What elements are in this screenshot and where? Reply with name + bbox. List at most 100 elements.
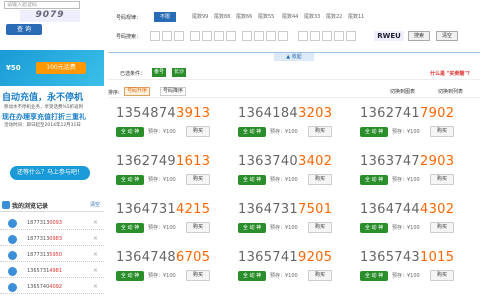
rule-option[interactable]: 尾数99: [190, 12, 210, 22]
phone-number[interactable]: 13647314215: [116, 202, 210, 217]
digit-input[interactable]: [190, 31, 200, 41]
query-button[interactable]: 查 询: [6, 24, 42, 35]
buy-button[interactable]: 购买: [186, 270, 210, 281]
phone-number[interactable]: 13647486705: [116, 250, 210, 265]
digit-input[interactable]: [346, 31, 356, 41]
buy-button[interactable]: 购买: [430, 270, 454, 281]
remove-icon[interactable]: ×: [93, 219, 98, 226]
view-list-button[interactable]: 切换到列表: [438, 88, 463, 95]
phone-icon: [8, 267, 17, 276]
rule-option[interactable]: 尾数66: [234, 12, 254, 22]
promo-line-1: 移动水不停机业务，享受话费%5折返利: [4, 105, 84, 110]
prepay-amount: 预存：¥100: [148, 273, 176, 279]
digit-input[interactable]: [174, 31, 184, 41]
number-card: 13647314215 全 动 神 预存：¥100 购买: [116, 202, 230, 239]
rule-option[interactable]: 尾数33: [302, 12, 322, 22]
digit-input[interactable]: [242, 31, 252, 41]
digit-input[interactable]: [334, 31, 344, 41]
promo-badge: ¥50: [6, 64, 21, 72]
rule-option[interactable]: 尾数11: [346, 12, 366, 22]
digit-input[interactable]: [150, 31, 160, 41]
history-title: 我的浏览记录: [12, 203, 49, 210]
phone-number[interactable]: 13657419205: [238, 250, 332, 265]
captcha-image[interactable]: 9079: [20, 10, 80, 22]
package-tag: 全 动 神: [360, 223, 388, 233]
digit-input[interactable]: [266, 31, 276, 41]
remove-icon[interactable]: ×: [93, 235, 98, 242]
package-tag: 全 动 神: [116, 127, 144, 137]
search-button[interactable]: 搜索: [408, 31, 430, 41]
promo-line-2: 现在办理享充值打折三重礼: [2, 113, 86, 121]
help-link[interactable]: 什么是 "买卖靓"？: [430, 70, 472, 77]
selected-tag-1[interactable]: 番号: [152, 68, 167, 77]
phone-number[interactable]: 13637403402: [238, 154, 332, 169]
buy-button[interactable]: 购买: [308, 174, 332, 185]
history-item[interactable]: 18773130093 ×: [0, 216, 104, 230]
captcha-input[interactable]: 请输入验证码: [4, 1, 80, 9]
digit-input[interactable]: [322, 31, 332, 41]
digit-input[interactable]: [298, 31, 308, 41]
package-tag: 全 动 神: [360, 127, 388, 137]
digit-input[interactable]: [226, 31, 236, 41]
phone-number[interactable]: 13627491613: [116, 154, 210, 169]
prepay-amount: 预存：¥100: [270, 225, 298, 231]
digit-input[interactable]: [310, 31, 320, 41]
clear-button[interactable]: 清空: [436, 31, 458, 41]
search-label: 号码搜索：: [116, 34, 142, 40]
package-tag: 全 动 神: [238, 127, 266, 137]
remove-icon[interactable]: ×: [93, 267, 98, 274]
phone-number[interactable]: 13641843203: [238, 106, 332, 121]
package-tag: 全 动 神: [238, 175, 266, 185]
buy-button[interactable]: 购买: [186, 126, 210, 137]
rule-option[interactable]: 不限: [154, 12, 177, 22]
buy-button[interactable]: 购买: [308, 126, 332, 137]
digit-input[interactable]: [254, 31, 264, 41]
rule-option[interactable]: 尾数88: [212, 12, 232, 22]
rule-option[interactable]: 尾数44: [280, 12, 300, 22]
phone-icon: [8, 219, 17, 228]
sort-asc-button[interactable]: 号码升序: [124, 87, 151, 96]
history-clear-link[interactable]: 清空: [90, 201, 100, 208]
promo-action-button[interactable]: 还等什么？马上参与吧！: [10, 166, 90, 180]
collapse-toggle[interactable]: ▲ 收起: [274, 53, 314, 61]
rule-option[interactable]: 尾数22: [324, 12, 344, 22]
digit-input[interactable]: [162, 31, 172, 41]
buy-button[interactable]: 购买: [186, 222, 210, 233]
number-card: 13548743913 全 动 神 预存：¥100 购买: [116, 106, 230, 143]
buy-button[interactable]: 购买: [308, 222, 332, 233]
buy-button[interactable]: 购买: [430, 126, 454, 137]
buy-button[interactable]: 购买: [186, 174, 210, 185]
phone-number[interactable]: 13637472903: [360, 154, 454, 169]
phone-number[interactable]: 13647317501: [238, 202, 332, 217]
prepay-amount: 预存：¥100: [392, 177, 420, 183]
selected-tag-2[interactable]: 长沙: [172, 68, 187, 77]
history-item[interactable]: 13657314981 ×: [0, 264, 104, 278]
phone-number[interactable]: 13627417902: [360, 106, 454, 121]
phone-number[interactable]: 13548743913: [116, 106, 210, 121]
buy-button[interactable]: 购买: [308, 270, 332, 281]
rule-option[interactable]: 尾数55: [256, 12, 276, 22]
phone-number[interactable]: 13647444302: [360, 202, 454, 217]
buy-button[interactable]: 购买: [430, 222, 454, 233]
history-number: 13657404092: [27, 284, 63, 290]
buy-button[interactable]: 购买: [430, 174, 454, 185]
digit-input[interactable]: [202, 31, 212, 41]
prepay-amount: 预存：¥100: [270, 129, 298, 135]
remove-icon[interactable]: ×: [93, 251, 98, 258]
history-item[interactable]: 18773135950 ×: [0, 248, 104, 262]
package-tag: 全 动 神: [238, 271, 266, 281]
number-card: 13641843203 全 动 神 预存：¥100 购买: [238, 106, 352, 143]
search-captcha-image: RWEU: [374, 31, 404, 41]
history-item[interactable]: 13657404092 ×: [0, 280, 104, 294]
history-item[interactable]: 18773130983 ×: [0, 232, 104, 246]
remove-icon[interactable]: ×: [93, 283, 98, 290]
view-chart-button[interactable]: 切换到图表: [390, 88, 415, 95]
phone-number[interactable]: 13657431015: [360, 250, 454, 265]
phone-icon: [8, 283, 17, 292]
promo-banner-1[interactable]: ¥50 100元话费: [0, 50, 104, 86]
digit-input[interactable]: [214, 31, 224, 41]
promo-banner-2[interactable]: 自动充值，永不停机 移动水不停机业务，享受话费%5折返利 现在办理享充值打折三重…: [0, 88, 104, 192]
sort-desc-button[interactable]: 号码降序: [160, 87, 187, 96]
digit-input[interactable]: [278, 31, 288, 41]
search-row: 号码搜索： RWEU 搜索 清空: [108, 30, 480, 46]
